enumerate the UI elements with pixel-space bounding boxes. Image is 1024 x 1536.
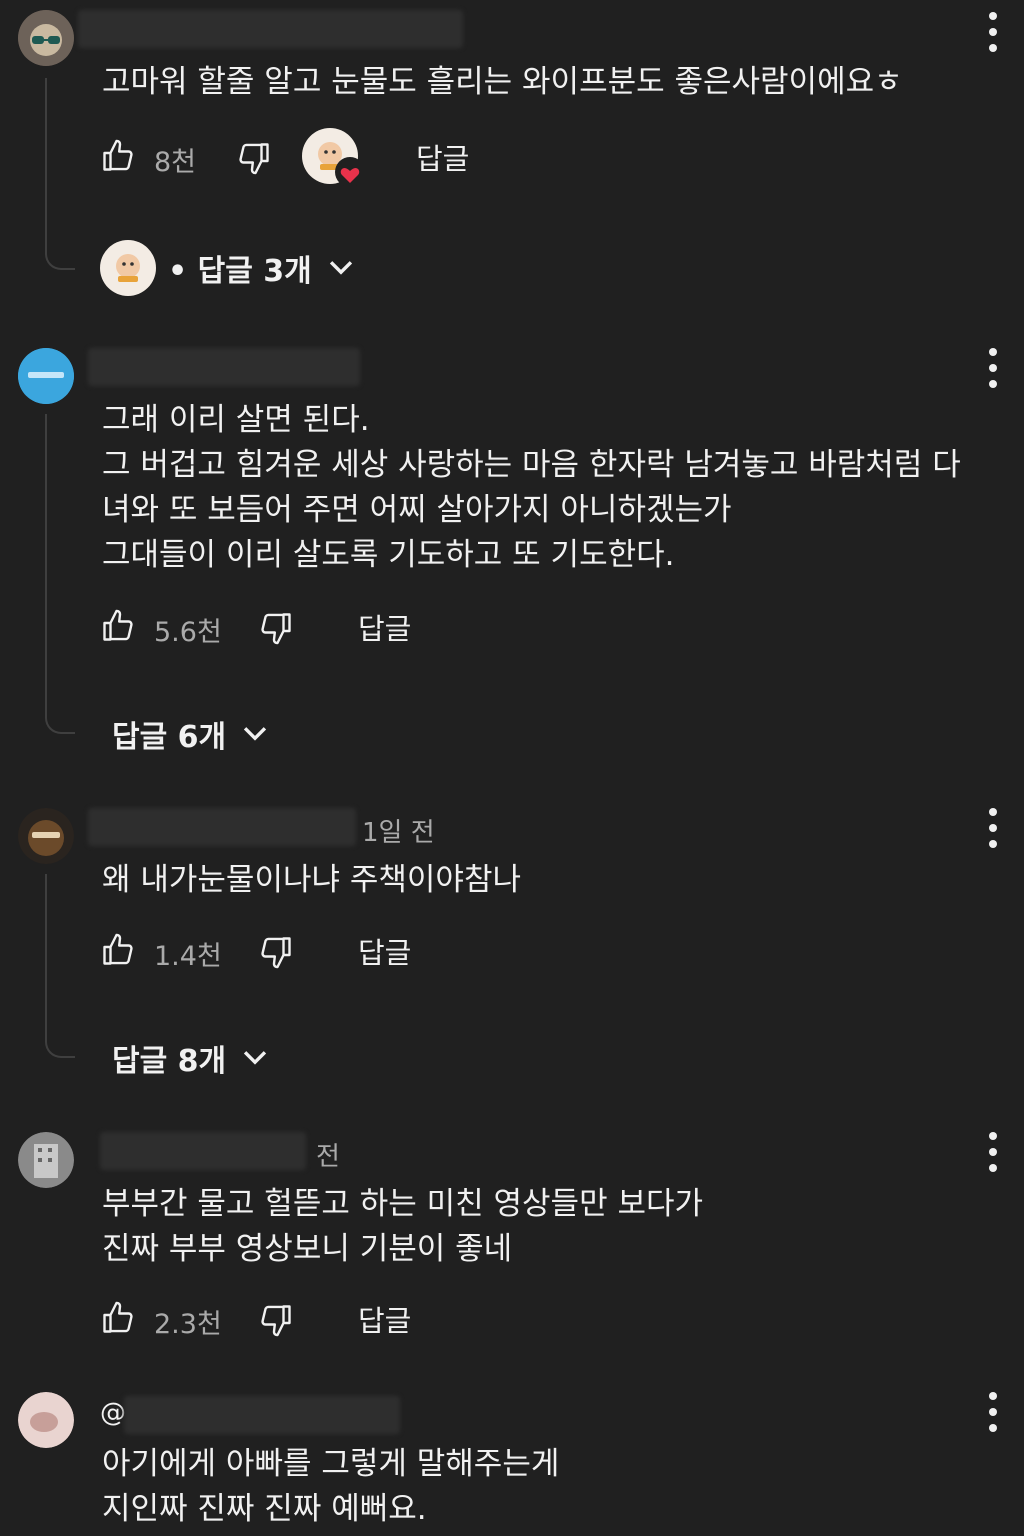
replies-count: • 답글 3개: [168, 254, 312, 289]
more-options-button[interactable]: [978, 1392, 1008, 1432]
comment-line: 부부간 물고 헐뜯고 하는 미친 영상들만 보다가: [102, 1186, 704, 1222]
comment-text: 부부간 물고 헐뜯고 하는 미친 영상들만 보다가 진짜 부부 영상보니 기분이…: [102, 1182, 703, 1272]
more-options-button[interactable]: [978, 1132, 1008, 1172]
comment-line: 그 버겁고 힘겨운 세상 사랑하는 마음 한자락 남겨놓고 바람처럼 다: [102, 447, 961, 483]
username-redacted: [100, 1132, 306, 1170]
thumbs-up-icon[interactable]: [100, 932, 136, 968]
reply-button[interactable]: 답글: [358, 1298, 411, 1340]
thumbs-up-icon[interactable]: [100, 608, 136, 644]
reply-button[interactable]: 답글: [358, 606, 411, 648]
username-redacted: [88, 808, 356, 846]
reply-avatar: [100, 240, 156, 296]
thread-line: [45, 874, 75, 1058]
thumbs-down-icon[interactable]: [258, 934, 294, 970]
like-count: 1.4천: [154, 941, 222, 972]
view-replies-button[interactable]: 답글 8개: [112, 1036, 272, 1080]
chevron-down-icon: [329, 261, 352, 275]
more-options-button[interactable]: [978, 348, 1008, 388]
replies-count: 답글 6개: [112, 720, 227, 755]
more-options-button[interactable]: [978, 808, 1008, 848]
like-count: 5.6천: [154, 617, 222, 648]
username-redacted: [78, 10, 463, 48]
chevron-down-icon: [244, 1051, 267, 1065]
commenter-avatar[interactable]: [18, 348, 74, 404]
thumbs-up-icon[interactable]: [100, 1300, 136, 1336]
reply-button[interactable]: 답글: [358, 930, 411, 972]
comment-line: 아기에게 아빠를 그렇게 말해주는게: [102, 1446, 560, 1482]
reply-button[interactable]: 답글: [416, 136, 469, 178]
comment-text: 그래 이리 살면 된다. 그 버겁고 힘겨운 세상 사랑하는 마음 한자락 남겨…: [102, 398, 961, 578]
username-redacted: [88, 348, 360, 386]
comment-line: 녀와 또 보듬어 주면 어찌 살아가지 아니하겠는가: [102, 492, 732, 528]
comment-line: 지인짜 진짜 진짜 예뻐요.: [102, 1491, 427, 1527]
comment-line: 그래 이리 살면 된다.: [102, 402, 370, 438]
comment-line: 진짜 부부 영상보니 기분이 좋네: [102, 1231, 513, 1267]
creator-heart-icon: [302, 128, 368, 194]
more-options-button[interactable]: [978, 12, 1008, 52]
comment-line: 그대들이 이리 살도록 기도하고 또 기도한다.: [102, 537, 675, 573]
comment-timestamp: 1일 전: [362, 818, 435, 848]
username-redacted: [124, 1396, 400, 1434]
commenter-avatar[interactable]: [18, 10, 74, 66]
view-replies-button[interactable]: 답글 6개: [112, 712, 272, 756]
thread-line: [45, 78, 75, 270]
comment-text: 고마워 할줄 알고 눈물도 흘리는 와이프분도 좋은사람이에요ㅎ: [102, 60, 903, 105]
thread-line: [45, 414, 75, 734]
thumbs-down-icon[interactable]: [258, 1302, 294, 1338]
commenter-avatar[interactable]: [18, 1132, 74, 1188]
handle-prefix: @: [100, 1398, 126, 1428]
comment-line: 왜 내가눈물이나냐 주책이야참나: [102, 862, 521, 898]
comment-text: 왜 내가눈물이나냐 주책이야참나: [102, 858, 521, 903]
commenter-avatar[interactable]: [18, 808, 74, 864]
thumbs-down-icon[interactable]: [258, 610, 294, 646]
comment-text: 아기에게 아빠를 그렇게 말해주는게 지인짜 진짜 진짜 예뻐요.: [102, 1442, 559, 1532]
like-count: 2.3천: [154, 1309, 222, 1340]
comment-line: 고마워 할줄 알고 눈물도 흘리는 와이프분도 좋은사람이에요ㅎ: [102, 64, 903, 100]
thumbs-up-icon[interactable]: [100, 138, 136, 174]
chevron-down-icon: [244, 727, 267, 741]
replies-count: 답글 8개: [112, 1044, 227, 1079]
view-replies-button[interactable]: • 답글 3개: [100, 240, 358, 296]
like-count: 8천: [154, 147, 197, 178]
commenter-avatar[interactable]: [18, 1392, 74, 1448]
comment-timestamp: 전: [316, 1142, 340, 1172]
thumbs-down-icon[interactable]: [236, 140, 272, 176]
